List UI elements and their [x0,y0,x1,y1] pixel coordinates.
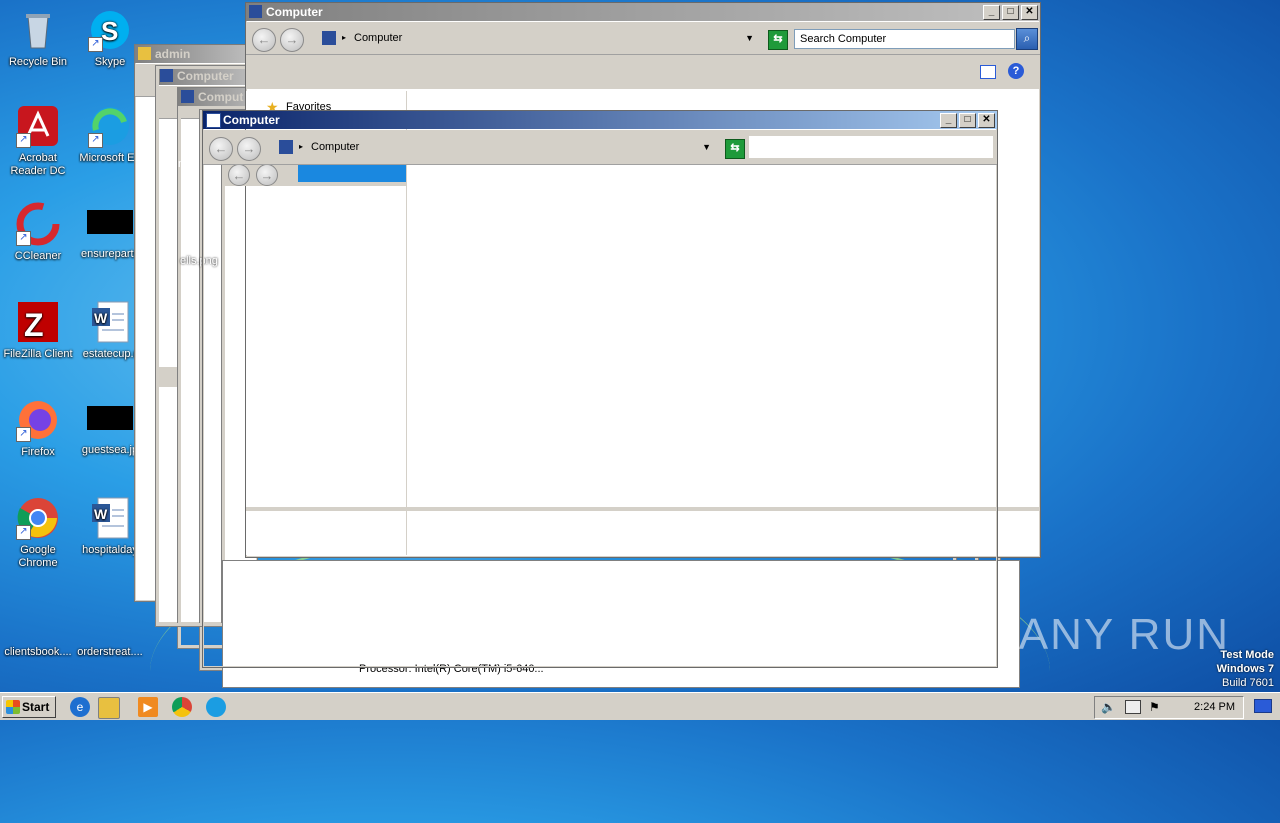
address-bar[interactable]: ▸ Computer ▼ [318,28,758,48]
desktop-icon-clientsbook[interactable]: clientsbook.... [0,618,76,659]
ie-icon[interactable]: e [70,697,90,717]
computer-icon [181,90,194,103]
media-player-icon[interactable]: ▶ [138,697,158,717]
command-bar: ? [246,55,1040,89]
search-icon[interactable]: ⌕ [1016,28,1038,50]
computer-icon [206,113,221,128]
window-navbar: ← → ▸ Computer ▼ ⇆ Search Computer ⌕ [246,22,1040,55]
start-button[interactable]: Start [2,696,56,718]
recycle-bin-icon [16,8,60,52]
window-titlebar[interactable]: Computer _ □ ✕ [246,3,1040,21]
search-input[interactable]: Search Computer [794,29,1015,49]
explorer-icon[interactable] [98,697,120,719]
folder-icon [138,47,151,60]
maximize-button[interactable]: □ [959,113,976,128]
refresh-button[interactable]: ⇆ [768,30,788,50]
window-controls: _ □ ✕ [983,5,1038,20]
windows-logo-icon [6,700,20,714]
close-button[interactable]: ✕ [1021,5,1038,20]
computer-icon [322,31,336,45]
back-button[interactable]: ← [209,137,233,161]
desktop-icon-label: Firefox [21,446,55,458]
desktop-icon-acrobat[interactable]: ↗ Acrobat Reader DC [0,104,76,178]
desktop-icon-label: Recycle Bin [8,56,68,68]
partial-label-mer: mer [178,158,197,170]
window-titlebar[interactable]: Computer _ □ ✕ [203,111,997,129]
forward-button[interactable]: → [280,28,304,52]
shortcut-arrow-icon: ↗ [16,525,31,540]
maximize-button[interactable]: □ [1002,5,1019,20]
word-doc-icon: W [88,496,132,540]
search-input[interactable] [749,136,993,158]
desktop-icon-orderstreat[interactable]: orderstreat.... [72,618,148,659]
content-area [407,166,995,502]
address-bar[interactable]: ▸ Computer ▼ [275,137,715,157]
taskbar: Start e ▶ 🔈 ⚑ 2:24 PM [0,692,1280,720]
computer-icon [249,5,262,18]
show-desktop-icon[interactable] [1254,699,1272,713]
window-navbar: ← → ▸ Computer ▼ ⇆ [203,130,997,165]
svg-text:Z: Z [24,307,44,343]
desktop-icon-firefox[interactable]: ↗ Firefox [0,398,76,459]
filezilla-icon: Z [16,300,60,344]
chevron-down-icon[interactable]: ▼ [745,28,754,48]
window-computer-front[interactable]: Computer _ □ ✕ ← → ▸ Computer ▼ ⇆ [202,110,998,668]
desktop-icon-filezilla[interactable]: Z FileZilla Client [0,300,76,361]
shortcut-arrow-icon: ↗ [16,231,31,246]
ccleaner-icon: ↗ [16,202,60,246]
flag-icon[interactable]: ⚑ [1149,700,1160,714]
edge-icon: ↗ [88,104,132,148]
desktop-icon-chrome[interactable]: ↗ Google Chrome [0,496,76,570]
chevron-icon: ▸ [342,33,347,42]
chevron-down-icon[interactable]: ▼ [702,137,711,157]
close-button[interactable]: ✕ [978,113,995,128]
acrobat-icon: ↗ [16,104,60,148]
word-doc-icon: W [88,300,132,344]
computer-icon [279,140,293,154]
shortcut-arrow-icon: ↗ [16,427,31,442]
network-icon[interactable] [1125,700,1141,714]
back-button[interactable]: ← [252,28,276,52]
minimize-button[interactable]: _ [983,5,1000,20]
window-controls: _ □ ✕ [940,113,995,128]
svg-text:W: W [94,310,108,326]
shortcut-arrow-icon: ↗ [88,133,103,148]
skype-icon: S ↗ [88,8,132,52]
shortcut-arrow-icon: ↗ [88,37,103,52]
chrome-icon: ↗ [16,496,60,540]
desktop-icon-ccleaner[interactable]: ↗ CCleaner [0,202,76,263]
preview-pane-icon[interactable] [980,65,996,79]
edge-icon[interactable] [206,697,226,717]
desktop-icon-label: Acrobat Reader DC [10,152,66,177]
system-tray: 🔈 ⚑ 2:24 PM [1094,696,1244,719]
desktop-icon-label: clientsbook.... [4,646,72,658]
volume-icon[interactable]: 🔈 [1101,700,1116,714]
desktop-icon-label: FileZilla Client [3,348,73,360]
image-file-icon [87,210,133,234]
window-titlebar[interactable]: admin [135,45,255,63]
chrome-icon[interactable] [172,697,192,717]
shortcut-arrow-icon: ↗ [16,133,31,148]
clock[interactable]: 2:24 PM [1194,697,1235,718]
desktop-icon-label: orderstreat.... [77,646,143,658]
help-icon[interactable]: ? [1008,63,1024,79]
forward-button[interactable]: → [237,137,261,161]
svg-text:S: S [101,16,118,46]
svg-text:W: W [94,506,108,522]
firefox-icon: ↗ [16,398,60,442]
image-file-icon [87,406,133,430]
test-mode-notice: Test Mode Windows 7 Build 7601 [1216,649,1274,689]
desktop-icon-label: CCleaner [14,250,62,262]
refresh-button[interactable]: ⇆ [725,139,745,159]
desktop-icon-recycle-bin[interactable]: Recycle Bin [0,8,76,69]
anyrun-watermark: ANY RUN [1018,610,1230,659]
chevron-icon: ▸ [299,142,304,151]
minimize-button[interactable]: _ [940,113,957,128]
desktop-icon-label: Google Chrome [18,544,58,569]
